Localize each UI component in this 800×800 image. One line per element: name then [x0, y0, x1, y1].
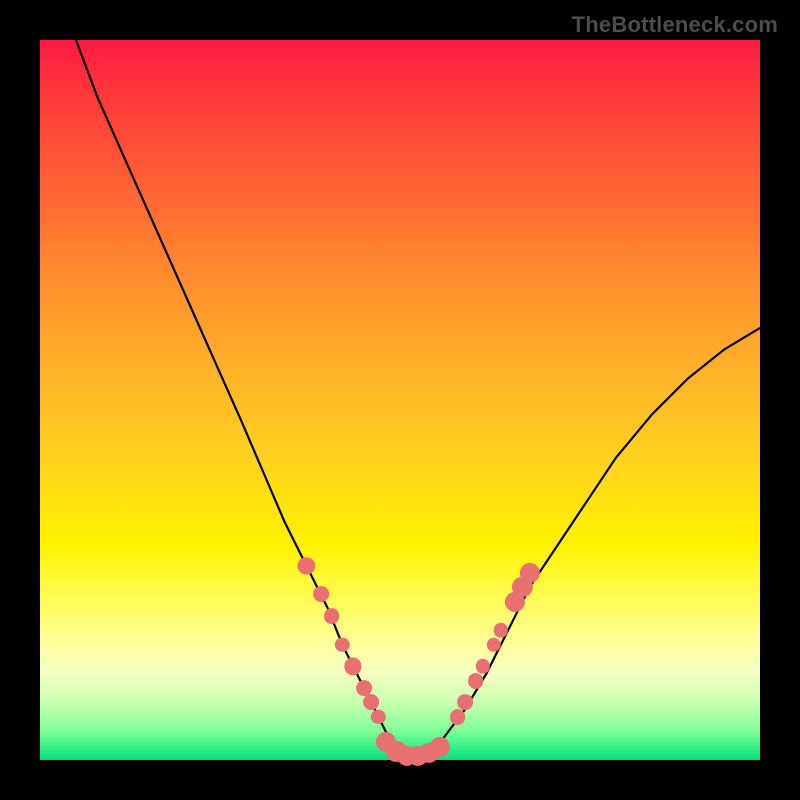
marker-dot	[363, 694, 379, 710]
curve-svg	[40, 40, 760, 760]
marker-dot	[520, 563, 540, 583]
bottleneck-curve	[76, 40, 760, 760]
watermark-text: TheBottleneck.com	[572, 12, 778, 38]
marker-dot	[494, 623, 508, 637]
marker-dot	[486, 638, 500, 652]
marker-dot	[450, 709, 466, 725]
marker-dot	[345, 658, 362, 675]
marker-dot	[298, 557, 315, 574]
marker-dot	[430, 737, 450, 757]
marker-dot	[324, 608, 340, 624]
marker-dot	[457, 694, 473, 710]
marker-dot	[468, 673, 484, 689]
marker-dot	[335, 638, 349, 652]
plot-area	[40, 40, 760, 760]
marker-dot	[313, 586, 329, 602]
marker-dot	[476, 659, 490, 673]
marker-dot	[371, 710, 385, 724]
